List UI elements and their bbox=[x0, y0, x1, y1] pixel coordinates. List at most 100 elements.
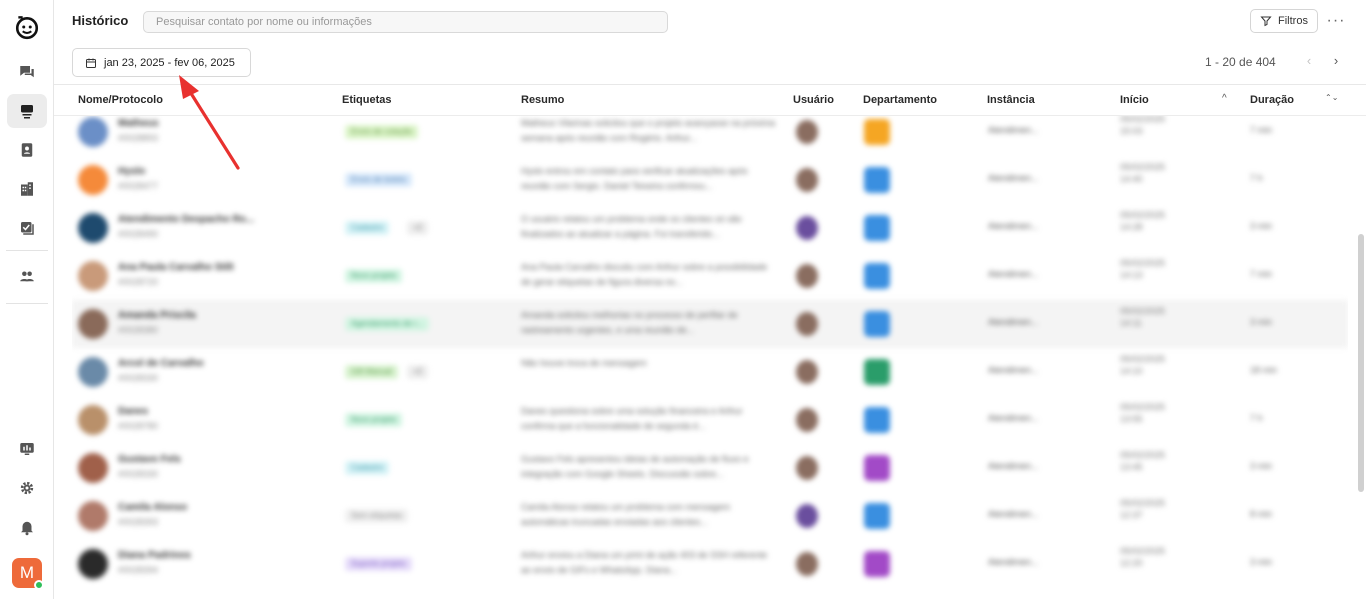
tag-badge: Sem etiquetas bbox=[345, 509, 409, 523]
department-icon bbox=[864, 407, 890, 433]
protocol-number: #0028330 bbox=[118, 373, 159, 383]
conversation-summary: Danes questiona sobre uma solução financ… bbox=[521, 406, 743, 431]
next-page-chevron-icon[interactable]: › bbox=[1329, 53, 1343, 71]
sort-ascending-icon[interactable]: ^ bbox=[1222, 93, 1227, 104]
chat-icon[interactable] bbox=[7, 55, 47, 89]
start-datetime: 05/02/2025 14:28 bbox=[1120, 210, 1166, 232]
reports-icon[interactable] bbox=[7, 432, 47, 466]
conversation-summary: Ana Paula Carvalho discutiu com Arthur s… bbox=[521, 262, 768, 287]
more-options-icon[interactable]: ··· bbox=[1326, 12, 1346, 30]
conversation-summary: Matheus Vilarinas solicitou que o projet… bbox=[521, 118, 775, 143]
instance-name: Atendimen... bbox=[988, 317, 1039, 327]
table-row[interactable]: Diana Padrinos #0028394 Suporte projeto Art… bbox=[72, 540, 1348, 588]
assigned-user-avatar bbox=[796, 168, 818, 192]
column-header-start[interactable]: Início bbox=[1120, 94, 1149, 106]
contact-avatar bbox=[78, 357, 108, 387]
department-icon bbox=[864, 551, 890, 577]
duration-value: 3 min bbox=[1250, 221, 1273, 231]
protocol-number: #0028393 bbox=[118, 517, 159, 527]
column-header-tags[interactable]: Etiquetas bbox=[342, 94, 392, 106]
assigned-user-avatar bbox=[796, 216, 818, 240]
table-row[interactable]: Gustavo Fels #0028330 Cadastro Gustavo Fels… bbox=[72, 444, 1348, 492]
filters-label: Filtros bbox=[1278, 15, 1308, 27]
department-icon bbox=[864, 167, 890, 193]
search-input[interactable] bbox=[143, 11, 668, 33]
column-header-duration[interactable]: Duração bbox=[1250, 94, 1294, 106]
assigned-user-avatar bbox=[796, 504, 818, 528]
start-datetime: 05/02/2025 14:40 bbox=[1120, 162, 1166, 184]
protocol-number: #0028330 bbox=[118, 469, 159, 479]
instance-name: Atendimen... bbox=[988, 125, 1039, 135]
app-logo-icon[interactable] bbox=[7, 10, 47, 44]
duration-value: 18 min bbox=[1250, 365, 1278, 375]
notifications-bell-icon[interactable] bbox=[7, 510, 47, 544]
scrollbar-thumb[interactable] bbox=[1358, 234, 1364, 492]
protocol-number: #0028477 bbox=[118, 181, 159, 191]
date-range-picker[interactable]: jan 23, 2025 - fev 06, 2025 bbox=[72, 48, 251, 77]
table-row[interactable]: Arcol de Carvalho #0028330 Gift Manual +2 Nã… bbox=[72, 348, 1348, 396]
department-icon bbox=[864, 311, 890, 337]
start-datetime: 05/02/2025 13:45 bbox=[1120, 450, 1166, 472]
duration-value: 7 min bbox=[1250, 125, 1273, 135]
conversation-summary: Camila Alonso relatou um problema com me… bbox=[521, 502, 731, 527]
duration-value: 7 h bbox=[1250, 173, 1263, 183]
filters-button[interactable]: Filtros bbox=[1250, 9, 1318, 33]
column-header-name[interactable]: Nome/Protocolo bbox=[78, 94, 163, 106]
assigned-user-avatar bbox=[796, 312, 818, 336]
table-row[interactable]: Danes #0028780 Novo projeto Danes questiona… bbox=[72, 396, 1348, 444]
duration-value: 7 min bbox=[1250, 269, 1273, 279]
extra-tags-badge: +2 bbox=[407, 365, 429, 379]
tag-badge: Agendamento de r... bbox=[345, 317, 430, 331]
start-datetime: 05/02/2025 12:37 bbox=[1120, 498, 1166, 520]
table-row[interactable]: Ana Paula Carvalho Stilt #0028720 Novo pro… bbox=[72, 252, 1348, 300]
table-header: Nome/Protocolo Etiquetas Resumo Usuário … bbox=[54, 84, 1366, 116]
sidebar-divider bbox=[6, 250, 48, 251]
previous-page-chevron-icon[interactable]: ‹ bbox=[1302, 53, 1316, 71]
column-header-department[interactable]: Departamento bbox=[863, 94, 937, 106]
start-datetime: 05/02/2025 15:03 bbox=[1120, 116, 1166, 136]
instance-name: Atendimen... bbox=[988, 413, 1039, 423]
duration-value: 3 min bbox=[1250, 461, 1273, 471]
table-row[interactable]: Atendimento Despacho Ro... #0028490 Cadast… bbox=[72, 204, 1348, 252]
groups-icon[interactable] bbox=[7, 259, 47, 293]
sidebar: M bbox=[0, 0, 54, 599]
companies-icon[interactable] bbox=[7, 172, 47, 206]
duration-value: 8 min bbox=[1250, 509, 1273, 519]
tasks-icon[interactable] bbox=[7, 211, 47, 245]
column-header-user[interactable]: Usuário bbox=[793, 94, 834, 106]
table-row[interactable]: Matheus #0028893 Envio de cotação Matheus V… bbox=[72, 116, 1348, 156]
table-row[interactable]: Camila Alonso #0028393 Sem etiquetas Camila… bbox=[72, 492, 1348, 540]
instance-name: Atendimen... bbox=[988, 221, 1039, 231]
department-icon bbox=[864, 359, 890, 385]
contact-name: Matheus bbox=[118, 118, 159, 129]
app-window: M Histórico Filtros ··· jan 23, 2025 - f… bbox=[0, 0, 1366, 599]
settings-gear-icon[interactable] bbox=[7, 471, 47, 505]
user-avatar-initial: M bbox=[19, 563, 35, 582]
conversation-summary: Arthur enviou a Diana um print de ação 4… bbox=[521, 550, 768, 575]
column-header-summary[interactable]: Resumo bbox=[521, 94, 564, 106]
department-icon bbox=[864, 263, 890, 289]
contact-avatar bbox=[78, 405, 108, 435]
table-row[interactable]: Hyslo #0028477 Envio de boleto Hyslo entrou… bbox=[72, 156, 1348, 204]
table-row[interactable]: Amanda Priscila #0028380 Agendamento de r.… bbox=[72, 300, 1348, 348]
start-datetime: 05/02/2025 14:13 bbox=[1120, 258, 1166, 280]
sidebar-divider bbox=[6, 303, 48, 304]
conversation-summary: Não houve troca de mensagem bbox=[521, 358, 647, 368]
contact-avatar bbox=[78, 261, 108, 291]
user-avatar[interactable]: M bbox=[12, 558, 44, 590]
contact-avatar bbox=[78, 309, 108, 339]
department-icon bbox=[864, 119, 890, 145]
assigned-user-avatar bbox=[796, 552, 818, 576]
assigned-user-avatar bbox=[796, 264, 818, 288]
assigned-user-avatar bbox=[796, 360, 818, 384]
sort-toggle-icon[interactable]: ⌃⌄ bbox=[1325, 93, 1338, 102]
department-icon bbox=[864, 215, 890, 241]
column-header-instance[interactable]: Instância bbox=[987, 94, 1035, 106]
history-icon[interactable] bbox=[7, 94, 47, 128]
contacts-icon[interactable] bbox=[7, 133, 47, 167]
department-icon bbox=[864, 503, 890, 529]
tag-badge: Cadastro bbox=[345, 221, 390, 235]
instance-name: Atendimen... bbox=[988, 509, 1039, 519]
assigned-user-avatar bbox=[796, 120, 818, 144]
tag-badge: Gift Manual bbox=[345, 365, 398, 379]
